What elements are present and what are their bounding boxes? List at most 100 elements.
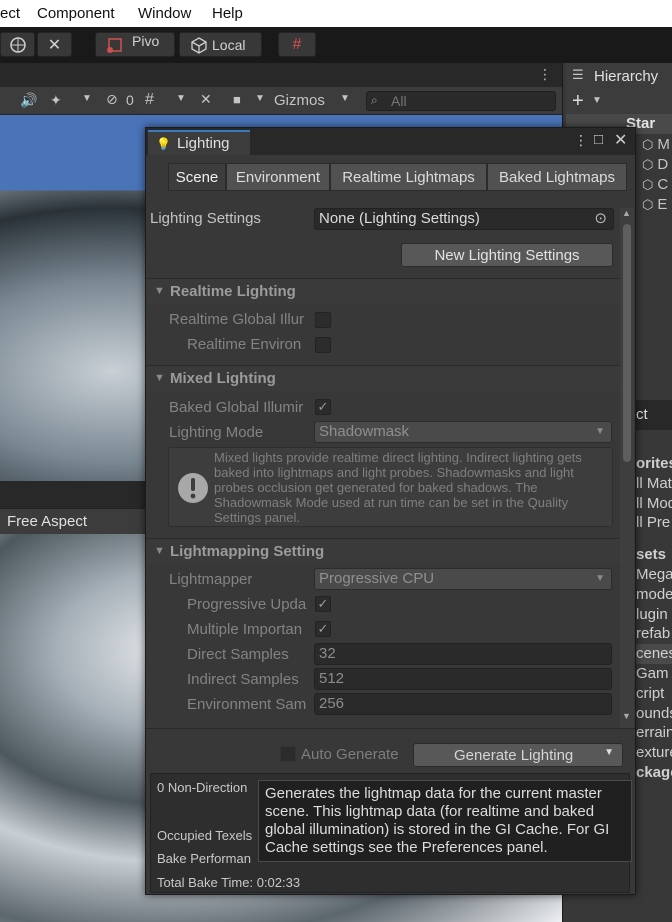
pivot-toggle[interactable]: Pivo [95, 32, 175, 57]
tools-scene-icon[interactable]: ✕ [200, 91, 212, 108]
scroll-down-icon[interactable]: ▼ [622, 711, 631, 721]
generate-lighting-button[interactable]: Generate Lighting ▼ [413, 743, 623, 767]
window-more-icon[interactable]: ⋮ [574, 132, 588, 149]
realtime-env-checkbox[interactable] [315, 337, 331, 353]
local-label: Local [212, 36, 246, 53]
project-row[interactable]: ll Mod [636, 494, 672, 514]
project-row[interactable]: exture [636, 743, 672, 763]
multiple-importance-checkbox[interactable]: ✓ [315, 621, 331, 637]
cube-icon: ⬡ [642, 157, 654, 172]
new-lighting-settings-button[interactable]: New Lighting Settings [401, 243, 613, 267]
local-toggle[interactable]: Local [179, 32, 262, 57]
maximize-icon[interactable]: □ [594, 131, 603, 148]
grid-snap-button[interactable]: # [278, 32, 316, 57]
scene-search-input[interactable]: ⌕ All [366, 91, 556, 111]
hierarchy-item[interactable]: ⬡ C [642, 176, 668, 193]
environment-samples-input[interactable]: 256 [314, 693, 612, 715]
scrollbar-thumb[interactable] [623, 224, 631, 462]
search-placeholder: All [391, 93, 407, 109]
project-row[interactable]: lugin [636, 605, 672, 625]
tab-realtime-lightmaps[interactable]: Realtime Lightmaps [330, 163, 487, 191]
camera-icon[interactable]: ■ [233, 92, 241, 107]
realtime-gi-label: Realtime Global Illur [169, 311, 305, 328]
visibility-icon[interactable]: ⊘ [106, 91, 118, 108]
project-row[interactable]: orites [636, 454, 672, 474]
baked-gi-checkbox[interactable]: ✓ [315, 399, 331, 415]
project-row[interactable]: model [636, 585, 672, 605]
progressive-updates-checkbox[interactable]: ✓ [315, 596, 331, 612]
warning-info-icon [178, 473, 208, 503]
auto-generate-checkbox[interactable] [280, 746, 296, 762]
project-row[interactable]: ll Pre [636, 513, 672, 533]
realtime-env-label: Realtime Environ [187, 336, 302, 353]
menu-item-window[interactable]: Window [138, 5, 191, 22]
local-cube-icon [191, 36, 207, 54]
info-text: Mixed lights provide realtime direct lig… [214, 450, 582, 525]
project-row[interactable]: ll Mat [636, 474, 672, 494]
grid-icon[interactable]: # [145, 91, 154, 109]
mixed-lighting-header[interactable]: ▼ Mixed Lighting [146, 365, 620, 391]
object-picker-icon[interactable]: ⊙ [594, 209, 607, 229]
lightmapper-dropdown[interactable]: Progressive CPU ▼ [314, 568, 612, 590]
project-row[interactable]: refab [636, 624, 672, 644]
lightmapping-settings-header[interactable]: ▼ Lightmapping Setting [146, 538, 620, 564]
aspect-dropdown[interactable]: Free Aspect [7, 513, 87, 530]
hierarchy-item[interactable]: ⬡ D [642, 156, 668, 173]
add-icon[interactable]: + [572, 90, 584, 113]
tools-button[interactable]: ✕ [37, 32, 72, 57]
audio-icon[interactable]: 🔊 [20, 92, 37, 109]
gizmos-dropdown-icon[interactable]: ▼ [340, 93, 350, 104]
project-row[interactable]: MegaP [636, 565, 672, 585]
project-row[interactable]: cript [636, 684, 672, 704]
realtime-lighting-header[interactable]: ▼ Realtime Lighting [146, 278, 620, 304]
realtime-gi-checkbox[interactable] [315, 312, 331, 328]
project-row[interactable]: ckage [636, 763, 672, 783]
scroll-up-icon[interactable]: ▲ [622, 208, 631, 218]
indirect-samples-label: Indirect Samples [187, 671, 299, 688]
camera-dropdown-icon[interactable]: ▼ [255, 93, 265, 104]
project-row[interactable]: Gam [636, 664, 672, 684]
effects-icon[interactable]: ✦ [50, 92, 62, 109]
pivot-label: Pivo [132, 32, 160, 49]
gizmos-button[interactable]: Gizmos [274, 92, 325, 109]
scene-more-icon[interactable]: ⋮ [538, 66, 552, 83]
tab-scene[interactable]: Scene [168, 163, 226, 191]
project-row[interactable]: cenes [636, 644, 672, 664]
scrollbar[interactable]: ▲ ▼ [620, 208, 634, 728]
menu-item-help[interactable]: Help [212, 5, 243, 22]
lighting-settings-field[interactable]: None (Lighting Settings) ⊙ [314, 208, 614, 230]
hierarchy-tab[interactable]: ☰ Hierarchy [566, 63, 672, 90]
progressive-updates-label: Progressive Upda [187, 596, 307, 613]
project-row[interactable]: sets [636, 545, 672, 565]
menu-bar: ect Component Window Help [0, 0, 672, 27]
menu-item-edit[interactable]: ect [0, 5, 20, 22]
tab-environment[interactable]: Environment [226, 163, 330, 191]
auto-generate-label: Auto Generate [301, 746, 399, 763]
grid-snap-icon: # [292, 35, 302, 53]
generate-bar: Auto Generate Generate Lighting ▼ [146, 728, 635, 778]
project-row[interactable]: ounds [636, 704, 672, 724]
stats-line: Bake Performan [157, 851, 251, 866]
add-dropdown-icon[interactable]: ▼ [592, 95, 602, 106]
menu-item-component[interactable]: Component [37, 5, 115, 22]
lighting-mode-label: Lighting Mode [169, 424, 264, 441]
project-row[interactable]: errain [636, 723, 672, 743]
hierarchy-item[interactable]: ⬡ E [642, 196, 667, 213]
direct-samples-input[interactable]: 32 [314, 643, 612, 665]
effects-dropdown-icon[interactable]: ▼ [82, 93, 92, 104]
dropdown-arrow-icon: ▼ [595, 573, 605, 584]
project-tab[interactable]: ct [636, 406, 648, 423]
tab-baked-lightmaps[interactable]: Baked Lightmaps [487, 163, 627, 191]
global-tool-button[interactable] [0, 32, 35, 57]
collapse-icon: ▼ [154, 285, 165, 297]
generate-dropdown-icon[interactable]: ▼ [604, 747, 614, 758]
lightbulb-icon: 💡 [156, 136, 171, 151]
indirect-samples-input[interactable]: 512 [314, 668, 612, 690]
close-icon[interactable]: ✕ [614, 130, 627, 150]
scene-toolbar: 🔊 ✦ ▼ ⊘ 0 # ▼ ✕ ■ ▼ Gizmos ▼ ⌕ All [0, 87, 562, 115]
project-list: orites ll Mat ll Mod ll Pre sets MegaP m… [636, 454, 672, 783]
lighting-tab[interactable]: 💡 Lighting [148, 130, 250, 155]
hierarchy-item[interactable]: ⬡ M [642, 136, 670, 153]
lighting-mode-dropdown[interactable]: Shadowmask ▼ [314, 421, 612, 443]
grid-dropdown-icon[interactable]: ▼ [176, 93, 186, 104]
